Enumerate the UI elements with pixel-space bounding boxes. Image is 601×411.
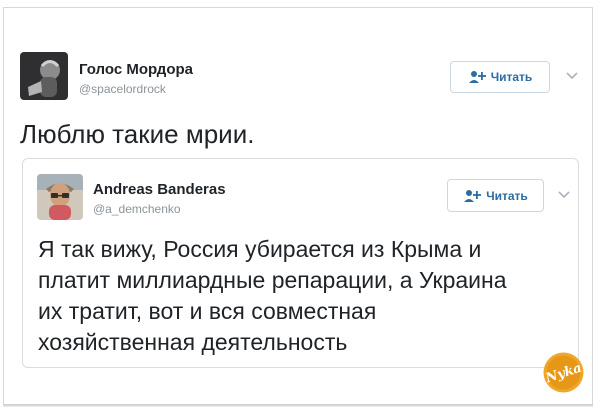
quoted-tweet-line: Я так вижу, Россия убирается из Крыма и xyxy=(38,236,482,262)
author-avatar[interactable] xyxy=(20,52,68,100)
quoted-author-display-name[interactable]: Andreas Banderas xyxy=(93,181,226,198)
quoted-tweet-line: хозяйственная деятельность xyxy=(38,329,348,355)
author-handle[interactable]: @spacelordrock xyxy=(79,82,166,96)
quoted-follow-button[interactable]: Читать xyxy=(447,179,544,212)
quoted-author-avatar[interactable] xyxy=(37,174,83,220)
watermark-logo: Nyka xyxy=(543,352,584,393)
quoted-follow-button-label: Читать xyxy=(486,188,528,203)
frame-bottom-shadow xyxy=(3,404,593,407)
chevron-down-icon[interactable] xyxy=(566,72,578,80)
author-display-name[interactable]: Голос Мордора xyxy=(79,61,193,78)
tweet-text: Люблю такие мрии. xyxy=(20,119,255,149)
quoted-tweet-line: платит миллиардные репарации, а Украина xyxy=(38,267,507,293)
add-user-icon xyxy=(463,189,482,203)
quoted-tweet-text: Я так вижу, Россия убирается из Крыма и … xyxy=(38,234,558,358)
quoted-tweet-card[interactable]: Andreas Banderas @a_demchenko Читать Я т… xyxy=(22,158,579,368)
follow-button[interactable]: Читать xyxy=(450,61,550,93)
quoted-tweet-line: их тратит, вот и вся совместная xyxy=(38,298,377,324)
follow-button-label: Читать xyxy=(490,70,533,84)
add-user-icon xyxy=(468,70,486,84)
quoted-author-handle[interactable]: @a_demchenko xyxy=(93,202,181,216)
chevron-down-icon[interactable] xyxy=(558,191,570,199)
